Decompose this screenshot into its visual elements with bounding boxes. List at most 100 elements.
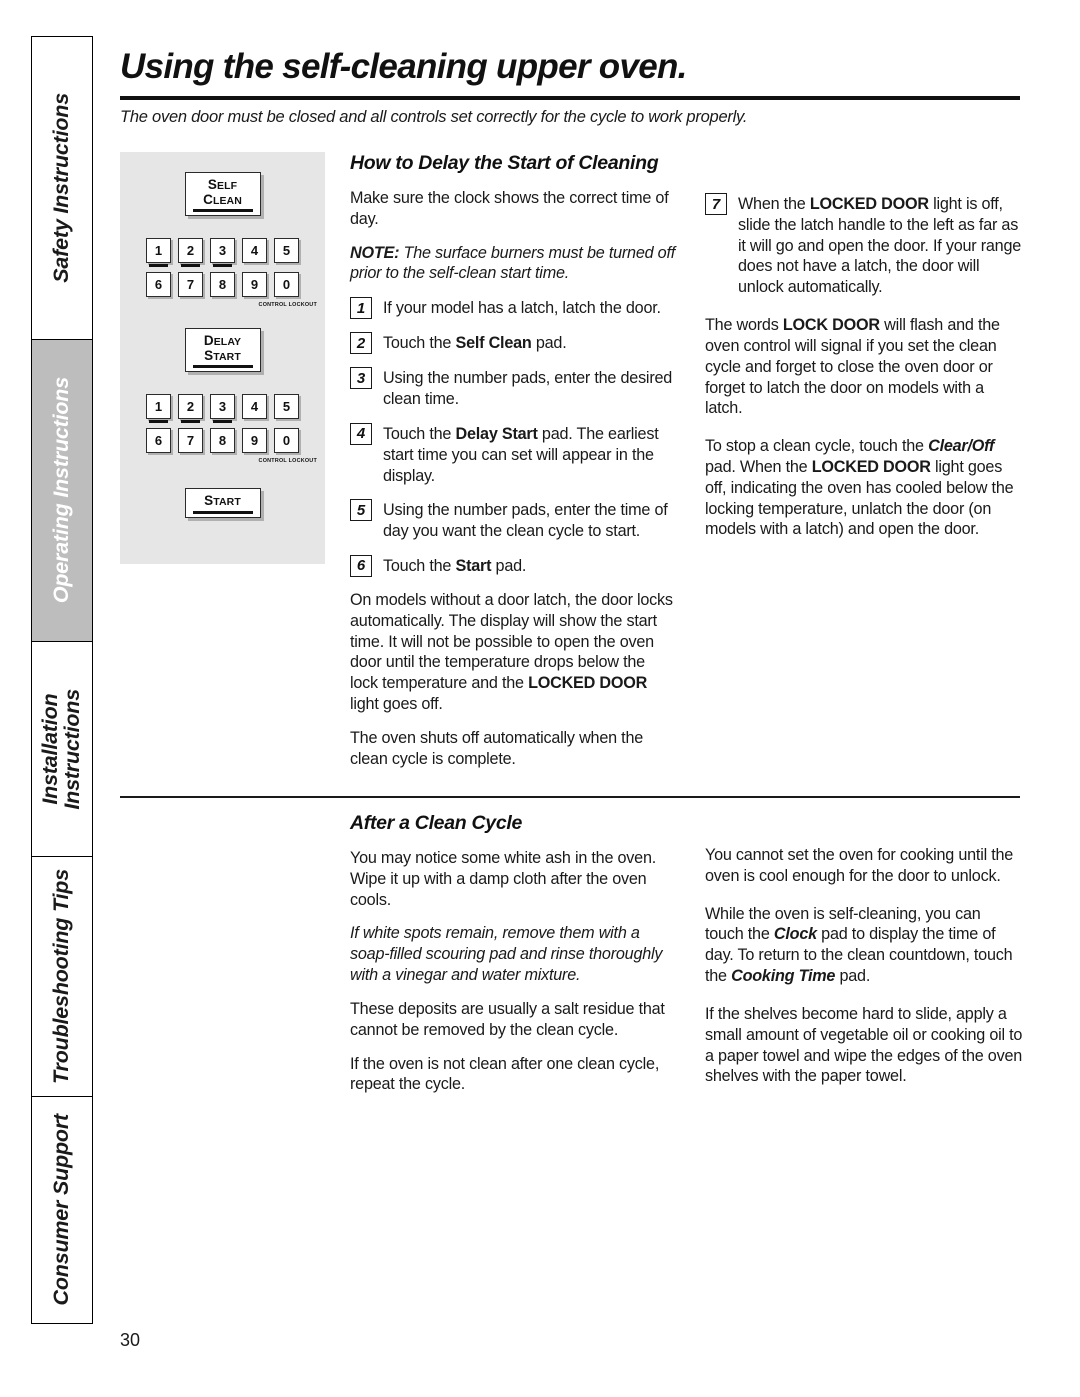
keypad-row: 12345 bbox=[120, 394, 325, 423]
pad-indicator-bar bbox=[192, 208, 253, 213]
title-divider bbox=[120, 96, 1020, 100]
sidebar-tab-label: Safety Instructions bbox=[49, 92, 74, 283]
key-indicator-bar bbox=[149, 264, 168, 267]
step-text: Using the number pads, enter the time of… bbox=[383, 501, 668, 541]
section-divider bbox=[120, 796, 1020, 798]
sidebar-tab-operating-instructions[interactable]: Operating Instructions bbox=[32, 339, 92, 643]
instruction-step-7: 7 When the LOCKED DOOR light is off, slid… bbox=[705, 193, 1023, 298]
keypad-key-9[interactable]: 9 bbox=[242, 428, 267, 454]
keypad-key-7[interactable]: 7 bbox=[178, 272, 203, 298]
control-lockout-label: CONTROL LOCKOUT bbox=[258, 458, 317, 465]
sidebar-tab-installation-instructions[interactable]: Installation Instructions bbox=[32, 642, 92, 857]
number-keypad: 1 2 3 4 5 6 7 8 9 0 CONTROL LOCKOUT bbox=[120, 394, 325, 464]
page-title: Using the self-cleaning upper oven. bbox=[120, 47, 687, 86]
auto-shutoff-paragraph: The oven shuts off automatically when th… bbox=[350, 728, 644, 768]
step-number: 3 bbox=[350, 367, 372, 390]
number-keypad: 1 2 3 4 5 6 7 8 9 0 CONTROL LOCKOUT bbox=[120, 238, 325, 308]
step-text: Touch the Start pad. bbox=[383, 556, 527, 575]
instruction-step-5: 5 Using the number pads, enter the time o… bbox=[350, 499, 675, 542]
sidebar-tab-label: Operating Instructions bbox=[49, 377, 74, 604]
keypad-key-1[interactable]: 1 bbox=[146, 394, 171, 423]
keypad-row: 67890 bbox=[120, 272, 325, 298]
stop-clean-cycle-paragraph: To stop a clean cycle, touch the Clear/O… bbox=[705, 437, 1014, 539]
step-number: 2 bbox=[350, 332, 372, 355]
pad-label-line1: DELAY bbox=[203, 333, 242, 349]
sidebar-tab-label: Troubleshooting Tips bbox=[49, 868, 74, 1084]
section-tab-sidebar: Safety Instructions Operating Instruction… bbox=[31, 36, 93, 1324]
step-text: Using the number pads, enter the desired… bbox=[383, 369, 673, 409]
keypad-key-9[interactable]: 9 bbox=[242, 272, 267, 298]
salt-residue-paragraph: These deposits are usually a salt residu… bbox=[350, 999, 665, 1039]
sidebar-tab-label: Consumer Support bbox=[49, 1114, 74, 1306]
step-text: If your model has a latch, latch the doo… bbox=[383, 299, 661, 318]
cooking-lockout-paragraph: You cannot set the oven for cooking unti… bbox=[705, 846, 1014, 885]
instruction-step-6: 6 Touch the Start pad. bbox=[350, 554, 675, 577]
repeat-cycle-paragraph: If the oven is not clean after one clean… bbox=[350, 1054, 660, 1094]
keypad-row: 67890 bbox=[120, 428, 325, 454]
page-number: 30 bbox=[120, 1330, 141, 1350]
step-text: Touch the Delay Start pad. The earliest … bbox=[383, 424, 659, 485]
step-text: When the LOCKED DOOR light is off, slide… bbox=[738, 195, 1022, 297]
shelf-lubrication-paragraph: If the shelves become hard to slide, app… bbox=[705, 1004, 1023, 1086]
after-column-right: You cannot set the oven for cooking unti… bbox=[705, 845, 1023, 1087]
keypad-key-0[interactable]: 0 bbox=[274, 272, 299, 298]
keypad-key-2[interactable]: 2 bbox=[178, 238, 203, 267]
start-pad[interactable]: START bbox=[184, 488, 261, 518]
keypad-key-8[interactable]: 8 bbox=[210, 272, 235, 298]
pad-label-line2: START bbox=[204, 347, 241, 363]
keypad-key-0[interactable]: 0 bbox=[274, 428, 299, 454]
control-panel-diagram: SELF CLEAN 1 2 3 4 5 6 7 8 9 0 CONTROL LOCKOUT DELAY S… bbox=[120, 152, 325, 564]
instruction-step-2: 2 Touch the Self Clean pad. bbox=[350, 332, 675, 355]
instruction-step-3: 3 Using the number pads, enter the desire… bbox=[350, 367, 675, 410]
instruction-step-1: 1 If your model has a latch, latch the do… bbox=[350, 297, 675, 320]
key-indicator-bar bbox=[181, 264, 200, 267]
lock-door-flash-paragraph: The words LOCK DOOR will flash and the o… bbox=[705, 316, 1000, 418]
white-ash-paragraph: You may notice some white ash in the ove… bbox=[350, 849, 657, 909]
step-number: 1 bbox=[350, 297, 372, 320]
delay-intro-paragraph: Make sure the clock shows the correct ti… bbox=[350, 189, 669, 228]
keypad-key-3[interactable]: 3 bbox=[210, 394, 235, 423]
keypad-key-2[interactable]: 2 bbox=[178, 394, 203, 423]
control-lockout-label: CONTROL LOCKOUT bbox=[258, 302, 317, 309]
instruction-step-4: 4 Touch the Delay Start pad. The earliest… bbox=[350, 422, 675, 486]
step-number: 7 bbox=[705, 193, 727, 215]
white-spots-paragraph: If white spots remain, remove them with … bbox=[350, 924, 663, 985]
keypad-key-5[interactable]: 5 bbox=[274, 394, 299, 420]
key-indicator-bar bbox=[181, 420, 200, 423]
key-indicator-bar bbox=[213, 420, 232, 423]
keypad-key-5[interactable]: 5 bbox=[274, 238, 299, 264]
after-column-left: After a Clean Cycle You may notice some w… bbox=[350, 812, 675, 1095]
clock-display-paragraph: While the oven is self-cleaning, you can… bbox=[705, 904, 1013, 986]
key-indicator-bar bbox=[213, 264, 232, 267]
door-lock-paragraph: On models without a door latch, the door… bbox=[350, 590, 673, 713]
key-indicator-bar bbox=[149, 420, 168, 423]
keypad-key-7[interactable]: 7 bbox=[178, 428, 203, 454]
delay-note-paragraph: NOTE: The surface burners must be turned… bbox=[350, 243, 676, 283]
keypad-row: 12345 bbox=[120, 238, 325, 267]
delay-section-heading: How to Delay the Start of Cleaning bbox=[350, 152, 659, 174]
keypad-key-1[interactable]: 1 bbox=[146, 238, 171, 267]
sidebar-tab-troubleshooting-tips[interactable]: Troubleshooting Tips bbox=[32, 857, 92, 1097]
delay-start-pad[interactable]: DELAY START bbox=[184, 328, 261, 373]
keypad-key-6[interactable]: 6 bbox=[146, 272, 171, 298]
step-number: 5 bbox=[350, 499, 372, 522]
self-clean-pad[interactable]: SELF CLEAN bbox=[184, 172, 261, 217]
keypad-key-8[interactable]: 8 bbox=[210, 428, 235, 454]
keypad-key-3[interactable]: 3 bbox=[210, 238, 235, 267]
pad-indicator-bar bbox=[192, 365, 253, 369]
pad-label-line1: START bbox=[204, 493, 241, 509]
pad-label-line1: SELF bbox=[207, 177, 238, 192]
after-section-heading: After a Clean Cycle bbox=[350, 812, 523, 834]
keypad-key-6[interactable]: 6 bbox=[146, 428, 171, 454]
keypad-key-4[interactable]: 4 bbox=[242, 238, 267, 264]
page-subtitle: The oven door must be closed and all con… bbox=[120, 108, 748, 126]
step-number: 6 bbox=[350, 554, 372, 577]
step-text: Touch the Self Clean pad. bbox=[383, 334, 567, 353]
delay-column-left: How to Delay the Start of Cleaning Make s… bbox=[350, 152, 675, 769]
pad-indicator-bar bbox=[192, 510, 253, 514]
step-number: 4 bbox=[350, 422, 372, 445]
sidebar-tab-safety-instructions[interactable]: Safety Instructions bbox=[32, 37, 92, 340]
delay-column-right: 7 When the LOCKED DOOR light is off, slid… bbox=[705, 180, 1023, 540]
keypad-key-4[interactable]: 4 bbox=[242, 394, 267, 420]
sidebar-tab-consumer-support[interactable]: Consumer Support bbox=[32, 1097, 92, 1323]
